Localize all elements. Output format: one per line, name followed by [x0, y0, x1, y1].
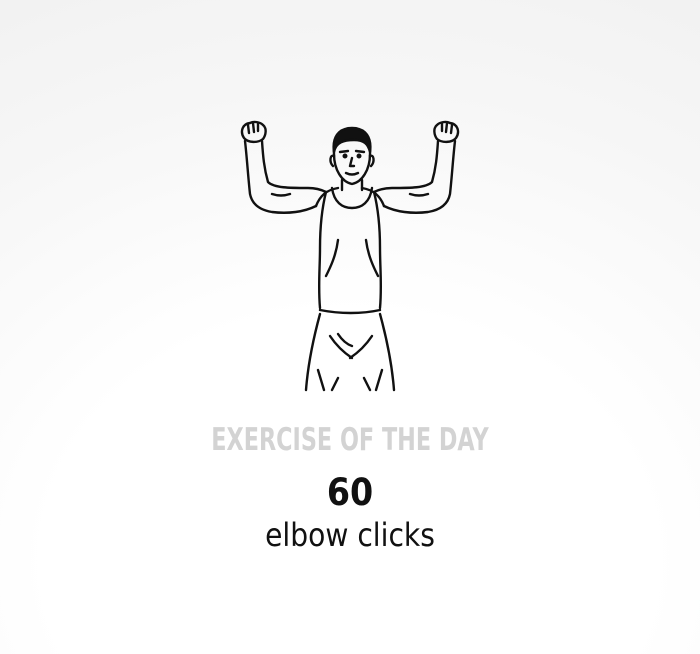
exercise-name: elbow clicks: [265, 516, 435, 554]
man-flexing-arms-illustration: [240, 120, 460, 392]
exercise-of-the-day-heading: EXERCISE OF THE DAY: [211, 422, 489, 458]
exercise-illustration: [230, 108, 470, 392]
repetition-count: 60: [326, 471, 374, 514]
